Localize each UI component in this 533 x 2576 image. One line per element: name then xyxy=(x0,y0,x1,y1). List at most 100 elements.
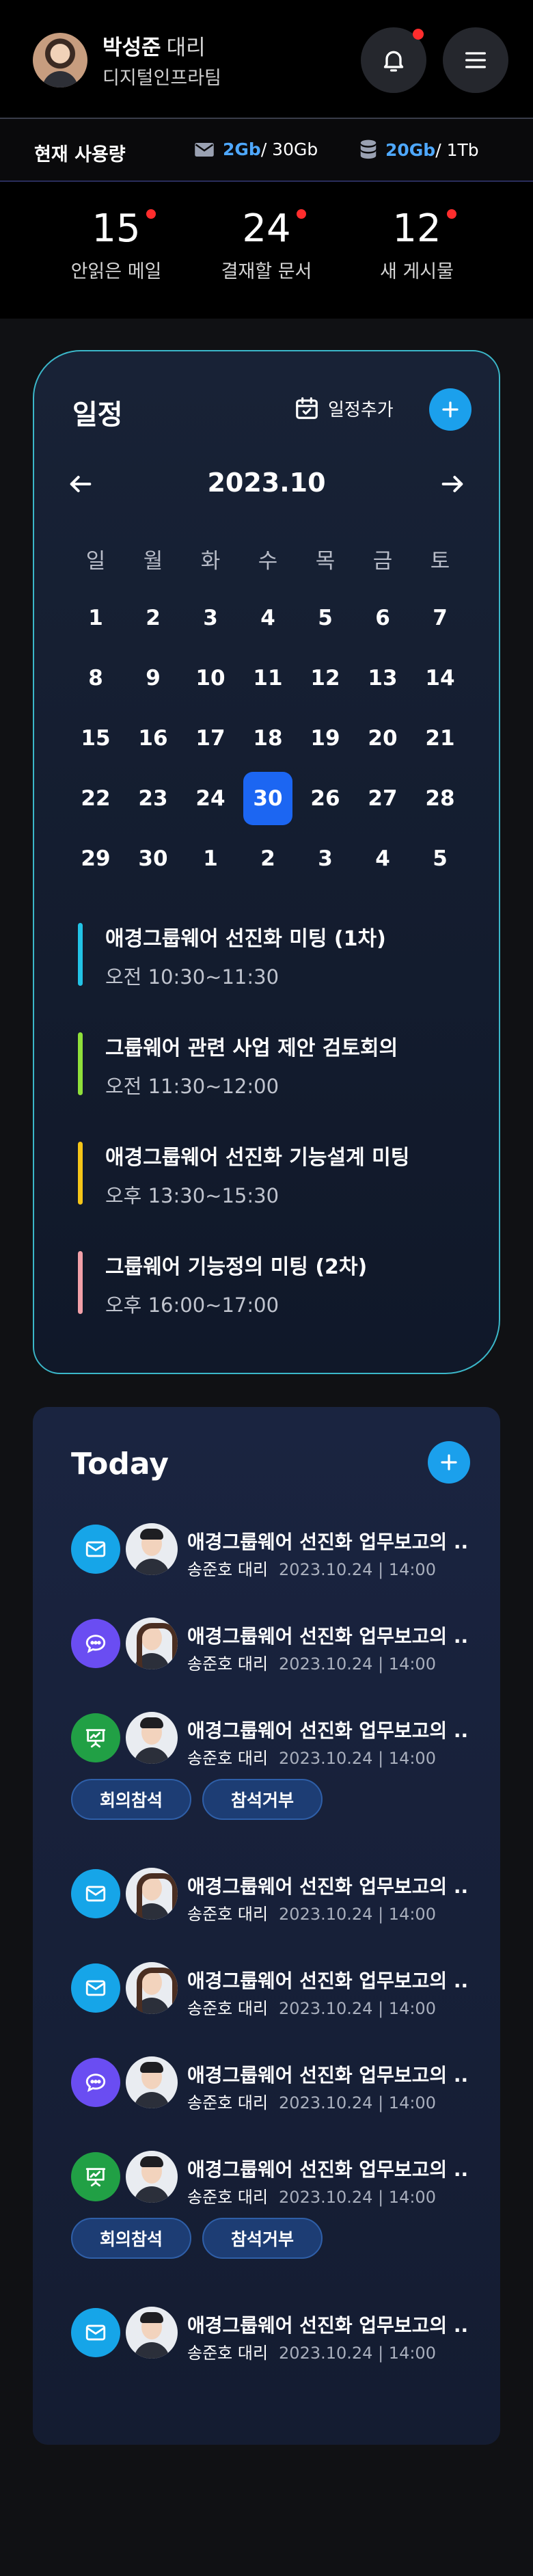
user-avatar[interactable] xyxy=(33,33,87,88)
event-title: 애경그룹웨어 선진화 기능설계 미팅 xyxy=(105,1146,410,1170)
calendar-grid: 일 월 화 수 목 금 토 1 2 3 4 5 6 7 8 9 10 11 12 13 14 15 16 17 18 19 20 21… xyxy=(67,539,469,889)
alert-dot xyxy=(146,209,156,219)
today-item-meta: 송준호 대리 2023.10.24 | 14:00 xyxy=(187,1650,436,1674)
calendar-day[interactable]: 27 xyxy=(354,768,411,829)
usage-bar: 현재 사용량 2Gb / 30Gb 20Gb / 1Tb xyxy=(0,118,533,182)
week-row: 8 9 10 11 12 13 14 xyxy=(67,648,469,708)
calendar-day[interactable]: 10 xyxy=(182,648,239,708)
plus-icon xyxy=(442,401,459,418)
calendar-day[interactable]: 1 xyxy=(182,829,239,889)
unread-mail-count[interactable]: 15 안읽은 메일 xyxy=(34,206,198,283)
calendar-day[interactable]: 8 xyxy=(67,648,124,708)
avatar-shirt xyxy=(134,2092,169,2108)
attend-button[interactable]: 회의참석 xyxy=(71,1779,192,1820)
app-header: 박성준 대리 디지털인프라팀 xyxy=(0,0,533,118)
calendar-day[interactable]: 17 xyxy=(182,708,239,768)
calendar-day[interactable]: 2 xyxy=(239,829,297,889)
calendar-day[interactable]: 4 xyxy=(239,588,297,648)
calendar-day[interactable]: 18 xyxy=(239,708,297,768)
presentation-icon xyxy=(85,2168,106,2187)
calendar-day[interactable]: 24 xyxy=(182,768,239,829)
item-time: 14:00 xyxy=(388,2344,436,2363)
today-item-meta: 송준호 대리 2023.10.24 | 14:00 xyxy=(187,2089,436,2113)
calendar-day[interactable]: 26 xyxy=(297,768,354,829)
counts-panel: 15 안읽은 메일 24 결재할 문서 12 새 게시물 xyxy=(0,182,533,319)
item-time: 14:00 xyxy=(388,1654,436,1674)
today-item[interactable]: 애경그룹웨어 선진화 업무보고의 .. 송준호 대리 2023.10.24 | 14… xyxy=(71,1712,481,1868)
calendar-day[interactable]: 5 xyxy=(297,588,354,648)
today-item[interactable]: 애경그룹웨어 선진화 업무보고의 .. 송준호 대리 2023.10.24 | 14… xyxy=(71,2056,481,2151)
notification-dot xyxy=(413,29,424,40)
item-date: 2023.10.24 | xyxy=(279,2093,389,2112)
calendar-day[interactable]: 12 xyxy=(297,648,354,708)
calendar-day[interactable]: 29 xyxy=(67,829,124,889)
calendar-day[interactable]: 13 xyxy=(354,648,411,708)
calendar-day[interactable]: 6 xyxy=(354,588,411,648)
calendar-day[interactable]: 7 xyxy=(411,588,469,648)
item-date: 2023.10.24 | xyxy=(279,1999,389,2018)
calendar-day[interactable]: 4 xyxy=(354,829,411,889)
today-item-title: 애경그룹웨어 선진화 업무보고의 .. xyxy=(187,1719,469,1742)
calendar-day[interactable]: 21 xyxy=(411,708,469,768)
avatar-shirt xyxy=(134,1903,169,1920)
arrow-right-icon[interactable] xyxy=(439,470,466,498)
selected-day[interactable]: 30 xyxy=(243,772,292,825)
today-item[interactable]: 애경그룹웨어 선진화 업무보고의 .. 송준호 대리 2023.10.24 | 14… xyxy=(71,2307,481,2401)
event-item[interactable]: 애경그룹웨어 선진화 미팅 (1차) 오전 10:30~11:30 xyxy=(78,919,474,1028)
event-title: 그룹웨어 관련 사업 제안 검토회의 xyxy=(105,1036,398,1060)
new-post-count[interactable]: 12 새 게시물 xyxy=(335,206,499,283)
calendar-day[interactable]: 1 xyxy=(67,588,124,648)
calendar-day[interactable]: 5 xyxy=(411,829,469,889)
calendar-day[interactable]: 15 xyxy=(67,708,124,768)
add-schedule-link[interactable]: 일정추가 xyxy=(294,395,394,421)
today-item[interactable]: 애경그룹웨어 선진화 업무보고의 .. 송준호 대리 2023.10.24 | 14… xyxy=(71,1962,481,2056)
calendar-day[interactable]: 3 xyxy=(297,829,354,889)
arrow-left-icon[interactable] xyxy=(67,470,94,498)
notification-button[interactable] xyxy=(361,27,426,93)
mail-icon xyxy=(85,1886,106,1902)
mail-icon xyxy=(85,2324,106,2341)
user-name: 박성준 대리 xyxy=(102,36,206,60)
calendar-day[interactable]: 22 xyxy=(67,768,124,829)
present-badge xyxy=(71,1713,120,1762)
calendar-day[interactable]: 23 xyxy=(124,768,182,829)
db-usage: 20Gb / 1Tb xyxy=(359,139,479,160)
plus-icon xyxy=(441,1454,457,1471)
menu-button[interactable] xyxy=(443,27,508,93)
bell-icon xyxy=(383,51,404,72)
event-color-bar xyxy=(78,1032,83,1095)
approval-doc-count[interactable]: 24 결재할 문서 xyxy=(184,206,348,283)
calendar-day[interactable]: 28 xyxy=(411,768,469,829)
mail-badge xyxy=(71,2308,120,2357)
today-item[interactable]: 애경그룹웨어 선진화 업무보고의 .. 송준호 대리 2023.10.24 | 14… xyxy=(71,1868,481,1962)
calendar-day[interactable]: 2 xyxy=(124,588,182,648)
event-item[interactable]: 애경그룹웨어 선진화 기능설계 미팅 오후 13:30~15:30 xyxy=(78,1138,474,1247)
attend-button[interactable]: 회의참석 xyxy=(71,2218,192,2259)
calendar-day[interactable]: 11 xyxy=(239,648,297,708)
decline-button[interactable]: 참석거부 xyxy=(202,2218,323,2259)
calendar-day[interactable]: 19 xyxy=(297,708,354,768)
add-today-button[interactable] xyxy=(428,1441,470,1484)
calendar-day[interactable]: 3 xyxy=(182,588,239,648)
calendar-day[interactable]: 9 xyxy=(124,648,182,708)
today-item-title: 애경그룹웨어 선진화 업무보고의 .. xyxy=(187,1625,469,1648)
avatar xyxy=(126,2307,178,2359)
calendar-day[interactable]: 30 xyxy=(124,829,182,889)
calendar-day[interactable]: 16 xyxy=(124,708,182,768)
decline-button[interactable]: 참석거부 xyxy=(202,1779,323,1820)
today-item[interactable]: 애경그룹웨어 선진화 업무보고의 .. 송준호 대리 2023.10.24 | 14… xyxy=(71,1618,481,1712)
event-item[interactable]: 그룹웨어 관련 사업 제안 검토회의 오전 11:30~12:00 xyxy=(78,1028,474,1138)
event-item[interactable]: 그룹웨어 기능정의 미팅 (2차) 오후 16:00~17:00 xyxy=(78,1247,474,1356)
calendar-day[interactable]: 20 xyxy=(354,708,411,768)
today-item-meta: 송준호 대리 2023.10.24 | 14:00 xyxy=(187,1556,436,1580)
meeting-actions: 회의참석 참석거부 xyxy=(71,1779,333,1820)
person-name: 송준호 대리 xyxy=(187,1560,269,1579)
today-item-title: 애경그룹웨어 선진화 업무보고의 .. xyxy=(187,1970,469,1992)
add-schedule-button[interactable] xyxy=(429,388,472,431)
item-date: 2023.10.24 | xyxy=(279,2188,389,2207)
today-item[interactable]: 애경그룹웨어 선진화 업무보고의 .. 송준호 대리 2023.10.24 | 14… xyxy=(71,1523,481,1618)
calendar-day[interactable]: 14 xyxy=(411,648,469,708)
today-item[interactable]: 애경그룹웨어 선진화 업무보고의 .. 송준호 대리 2023.10.24 | 14… xyxy=(71,2151,481,2307)
calendar-day[interactable]: 30 xyxy=(239,768,297,829)
week-row: 22 23 24 30 26 27 28 xyxy=(67,768,469,829)
